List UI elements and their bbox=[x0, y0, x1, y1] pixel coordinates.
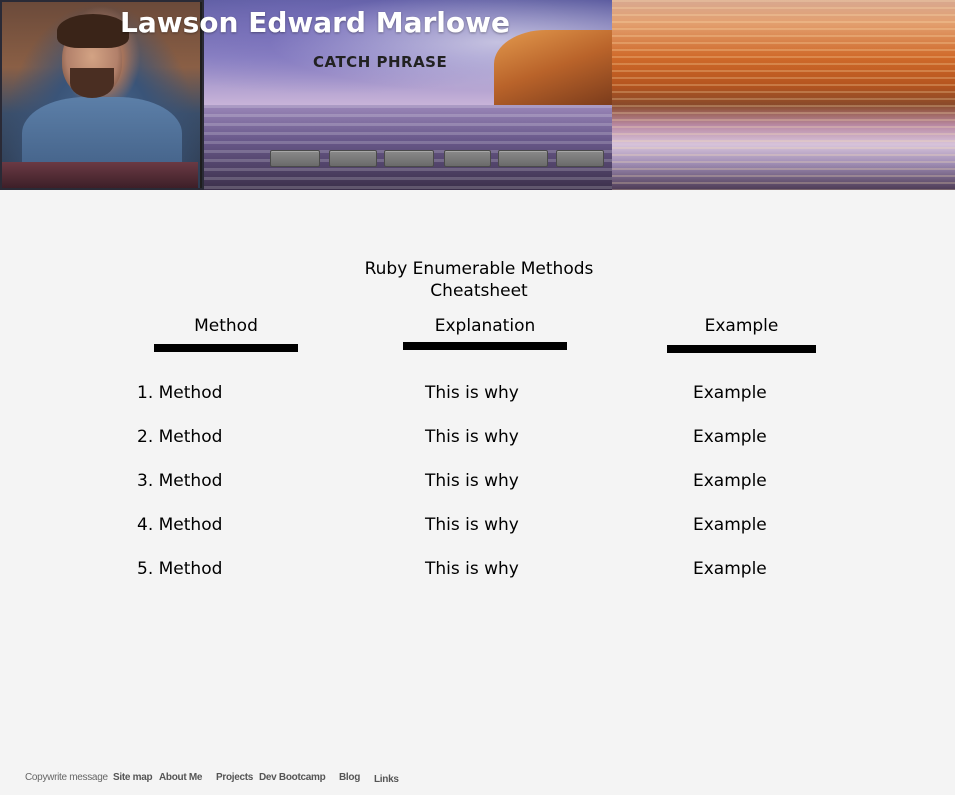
footer-link-links[interactable]: Links bbox=[374, 774, 399, 785]
row-5-example: Example bbox=[693, 559, 767, 579]
nav-button-2[interactable] bbox=[329, 150, 377, 167]
photo-table bbox=[2, 162, 198, 188]
row-4-example: Example bbox=[693, 515, 767, 535]
row-3-explanation: This is why bbox=[425, 471, 519, 491]
footer-link-site-map[interactable]: Site map bbox=[113, 772, 153, 783]
cheatsheet-title-line2: Cheatsheet bbox=[430, 281, 528, 301]
row-5-method: 5. Method bbox=[137, 559, 223, 579]
photo-hair bbox=[57, 14, 129, 48]
photo-beard bbox=[70, 68, 114, 98]
row-3-method: 3. Method bbox=[137, 471, 223, 491]
footer-link-projects[interactable]: Projects bbox=[216, 772, 253, 783]
copyright-message: Copywrite message bbox=[25, 772, 108, 783]
column-header-method: Method bbox=[194, 316, 258, 336]
row-5-explanation: This is why bbox=[425, 559, 519, 579]
footer-link-blog[interactable]: Blog bbox=[339, 772, 360, 783]
nav-button-5[interactable] bbox=[498, 150, 548, 167]
banner-motion-streaks bbox=[612, 0, 955, 190]
row-4-method: 4. Method bbox=[137, 515, 223, 535]
banner-sea bbox=[204, 105, 624, 190]
column-underline-method bbox=[154, 344, 298, 352]
nav-button-4[interactable] bbox=[444, 150, 491, 167]
row-2-method: 2. Method bbox=[137, 427, 223, 447]
catch-phrase: CATCH PHRASE bbox=[313, 53, 448, 71]
row-3-example: Example bbox=[693, 471, 767, 491]
banner-cliff bbox=[494, 30, 624, 115]
site-footer: Copywrite message Site map About Me Proj… bbox=[0, 768, 955, 790]
row-1-method: 1. Method bbox=[137, 383, 223, 403]
row-2-example: Example bbox=[693, 427, 767, 447]
column-underline-example bbox=[667, 345, 816, 353]
site-header: Lawson Edward Marlowe CATCH PHRASE bbox=[0, 0, 955, 190]
row-2-explanation: This is why bbox=[425, 427, 519, 447]
column-header-example: Example bbox=[704, 316, 779, 336]
column-underline-explanation bbox=[403, 342, 567, 350]
footer-link-about-me[interactable]: About Me bbox=[159, 772, 202, 783]
column-header-explanation: Explanation bbox=[434, 316, 536, 336]
row-1-example: Example bbox=[693, 383, 767, 403]
nav-button-3[interactable] bbox=[384, 150, 434, 167]
row-4-explanation: This is why bbox=[425, 515, 519, 535]
cheatsheet-title-line1: Ruby Enumerable Methods bbox=[364, 259, 594, 279]
site-title: Lawson Edward Marlowe bbox=[120, 6, 510, 39]
nav-button-6[interactable] bbox=[556, 150, 604, 167]
row-1-explanation: This is why bbox=[425, 383, 519, 403]
footer-link-dev-bootcamp[interactable]: Dev Bootcamp bbox=[259, 772, 326, 783]
cheatsheet-title: Ruby Enumerable Methods Cheatsheet bbox=[340, 258, 618, 302]
nav-button-1[interactable] bbox=[270, 150, 320, 167]
